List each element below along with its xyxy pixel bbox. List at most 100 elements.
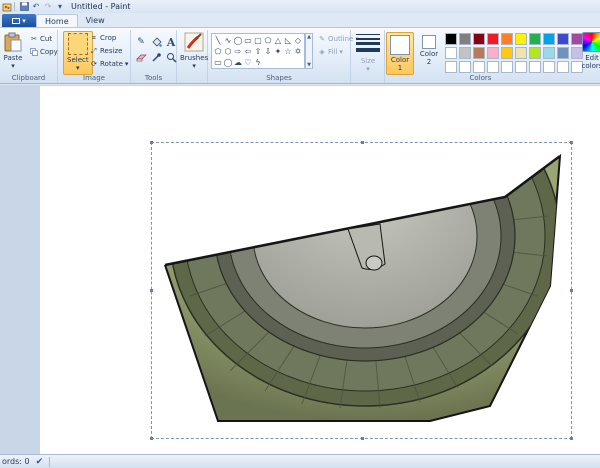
app-menu-button[interactable]: ▾ bbox=[2, 14, 36, 27]
palette-color-swatch[interactable] bbox=[543, 33, 555, 45]
shapes-scrollbar[interactable]: ▲ ▼ bbox=[305, 33, 313, 69]
extra-shape-icon[interactable] bbox=[273, 57, 283, 68]
right-arrow-shape-icon[interactable]: ⇨ bbox=[233, 46, 243, 57]
scroll-up-icon[interactable]: ▲ bbox=[307, 34, 311, 40]
extra-shape-icon[interactable] bbox=[283, 57, 293, 68]
crop-button[interactable]: ⌗ Crop bbox=[90, 33, 116, 43]
cut-button[interactable]: ✂ Cut bbox=[30, 34, 52, 44]
palette-color-swatch[interactable] bbox=[501, 61, 513, 73]
selection-handle-top[interactable] bbox=[361, 141, 364, 144]
curve-shape-icon[interactable]: ∿ bbox=[223, 35, 233, 46]
selection-handle-bottom[interactable] bbox=[361, 437, 364, 440]
palette-color-swatch[interactable] bbox=[529, 33, 541, 45]
pencil-icon[interactable]: ✎ bbox=[135, 36, 147, 48]
extra-shape-icon[interactable] bbox=[263, 57, 273, 68]
save-icon[interactable] bbox=[19, 2, 29, 12]
color-palette bbox=[445, 33, 584, 74]
tab-view[interactable]: View bbox=[78, 14, 113, 27]
color2-button[interactable]: Color 2 bbox=[415, 35, 443, 66]
left-arrow-shape-icon[interactable]: ⇦ bbox=[243, 46, 253, 57]
palette-color-swatch[interactable] bbox=[557, 61, 569, 73]
chevron-down-icon: ▾ bbox=[22, 16, 26, 25]
edit-colors-button[interactable]: Edit colors bbox=[580, 32, 600, 70]
fill-icon[interactable] bbox=[150, 36, 162, 48]
color-picker-icon[interactable] bbox=[150, 51, 162, 63]
resize-button[interactable]: ⤢ Resize bbox=[90, 46, 122, 56]
fill-button[interactable]: ◈ Fill ▾ bbox=[318, 47, 343, 57]
palette-color-swatch[interactable] bbox=[459, 33, 471, 45]
heart-shape-icon[interactable]: ♡ bbox=[243, 57, 253, 68]
palette-color-swatch[interactable] bbox=[557, 47, 569, 59]
palette-color-swatch[interactable] bbox=[543, 61, 555, 73]
palette-color-swatch[interactable] bbox=[529, 47, 541, 59]
extra-shape-icon[interactable] bbox=[293, 57, 303, 68]
triangle-shape-icon[interactable]: △ bbox=[273, 35, 283, 46]
magnifier-icon[interactable] bbox=[165, 51, 177, 63]
palette-color-swatch[interactable] bbox=[459, 61, 471, 73]
palette-color-swatch[interactable] bbox=[487, 33, 499, 45]
right-triangle-shape-icon[interactable]: ◺ bbox=[283, 35, 293, 46]
size-button[interactable]: Size ▾ bbox=[354, 33, 382, 73]
rectangle-shape-icon[interactable]: ▭ bbox=[243, 35, 253, 46]
palette-color-swatch[interactable] bbox=[445, 47, 457, 59]
palette-color-swatch[interactable] bbox=[557, 33, 569, 45]
tab-home[interactable]: Home bbox=[36, 14, 78, 27]
callout-oval-shape-icon[interactable]: ◯ bbox=[223, 57, 233, 68]
six-point-star-shape-icon[interactable]: ✡ bbox=[293, 46, 303, 57]
palette-color-swatch[interactable] bbox=[445, 61, 457, 73]
undo-icon[interactable]: ↶ bbox=[31, 2, 41, 12]
cut-label: Cut bbox=[40, 35, 53, 43]
copy-label: Copy bbox=[40, 48, 58, 56]
pentagon-shape-icon[interactable]: ⬠ bbox=[213, 46, 223, 57]
color1-button[interactable]: Color 1 bbox=[386, 32, 414, 75]
polygon-shape-icon[interactable]: ⬠ bbox=[263, 35, 273, 46]
diamond-shape-icon[interactable]: ◇ bbox=[293, 35, 303, 46]
oval-shape-icon[interactable]: ◯ bbox=[233, 35, 243, 46]
selection-handle-bottom-left[interactable] bbox=[150, 437, 153, 440]
palette-color-swatch[interactable] bbox=[529, 61, 541, 73]
palette-color-swatch[interactable] bbox=[487, 47, 499, 59]
palette-color-swatch[interactable] bbox=[501, 47, 513, 59]
paint-app-icon[interactable] bbox=[2, 2, 12, 12]
palette-color-swatch[interactable] bbox=[473, 47, 485, 59]
paste-button[interactable]: Paste ▾ bbox=[3, 31, 23, 70]
selection-handle-bottom-right[interactable] bbox=[570, 437, 573, 440]
palette-color-swatch[interactable] bbox=[445, 33, 457, 45]
selection-handle-left[interactable] bbox=[150, 289, 153, 292]
palette-color-swatch[interactable] bbox=[501, 33, 513, 45]
select-button[interactable]: Select ▾ bbox=[63, 31, 93, 75]
up-arrow-shape-icon[interactable]: ⇧ bbox=[253, 46, 263, 57]
callout-cloud-shape-icon[interactable]: ☁ bbox=[233, 57, 243, 68]
redo-icon[interactable]: ↷ bbox=[43, 2, 53, 12]
customize-icon[interactable]: ▾ bbox=[55, 2, 65, 12]
hexagon-shape-icon[interactable]: ⬡ bbox=[223, 46, 233, 57]
palette-color-swatch[interactable] bbox=[515, 61, 527, 73]
callout-rect-shape-icon[interactable]: ▭ bbox=[213, 57, 223, 68]
text-icon[interactable]: A bbox=[165, 36, 177, 49]
down-arrow-shape-icon[interactable]: ⇩ bbox=[263, 46, 273, 57]
selection-handle-top-left[interactable] bbox=[150, 141, 153, 144]
line-shape-icon[interactable]: ╲ bbox=[213, 35, 223, 46]
palette-color-swatch[interactable] bbox=[487, 61, 499, 73]
palette-color-swatch[interactable] bbox=[473, 61, 485, 73]
selection-handle-top-right[interactable] bbox=[570, 141, 573, 144]
size-label: Size bbox=[360, 57, 376, 65]
selection-handle-right[interactable] bbox=[570, 289, 573, 292]
lightning-shape-icon[interactable]: ϟ bbox=[253, 57, 263, 68]
palette-color-swatch[interactable] bbox=[473, 33, 485, 45]
four-point-star-shape-icon[interactable]: ✦ bbox=[273, 46, 283, 57]
palette-color-swatch[interactable] bbox=[459, 47, 471, 59]
drawing-canvas[interactable] bbox=[40, 86, 600, 454]
palette-color-swatch[interactable] bbox=[515, 47, 527, 59]
eraser-icon[interactable] bbox=[135, 51, 147, 63]
copy-button[interactable]: Copy bbox=[30, 47, 58, 57]
selection-rectangle[interactable] bbox=[150, 141, 573, 440]
outline-label: Outline bbox=[328, 35, 354, 43]
rotate-button[interactable]: ⟳ Rotate ▾ bbox=[90, 59, 128, 69]
palette-color-swatch[interactable] bbox=[543, 47, 555, 59]
palette-color-swatch[interactable] bbox=[515, 33, 527, 45]
five-point-star-shape-icon[interactable]: ☆ bbox=[283, 46, 293, 57]
scroll-down-icon[interactable]: ▼ bbox=[307, 62, 311, 68]
brushes-button[interactable]: Brushes ▾ bbox=[180, 31, 208, 70]
rounded-rectangle-shape-icon[interactable]: ▢ bbox=[253, 35, 263, 46]
